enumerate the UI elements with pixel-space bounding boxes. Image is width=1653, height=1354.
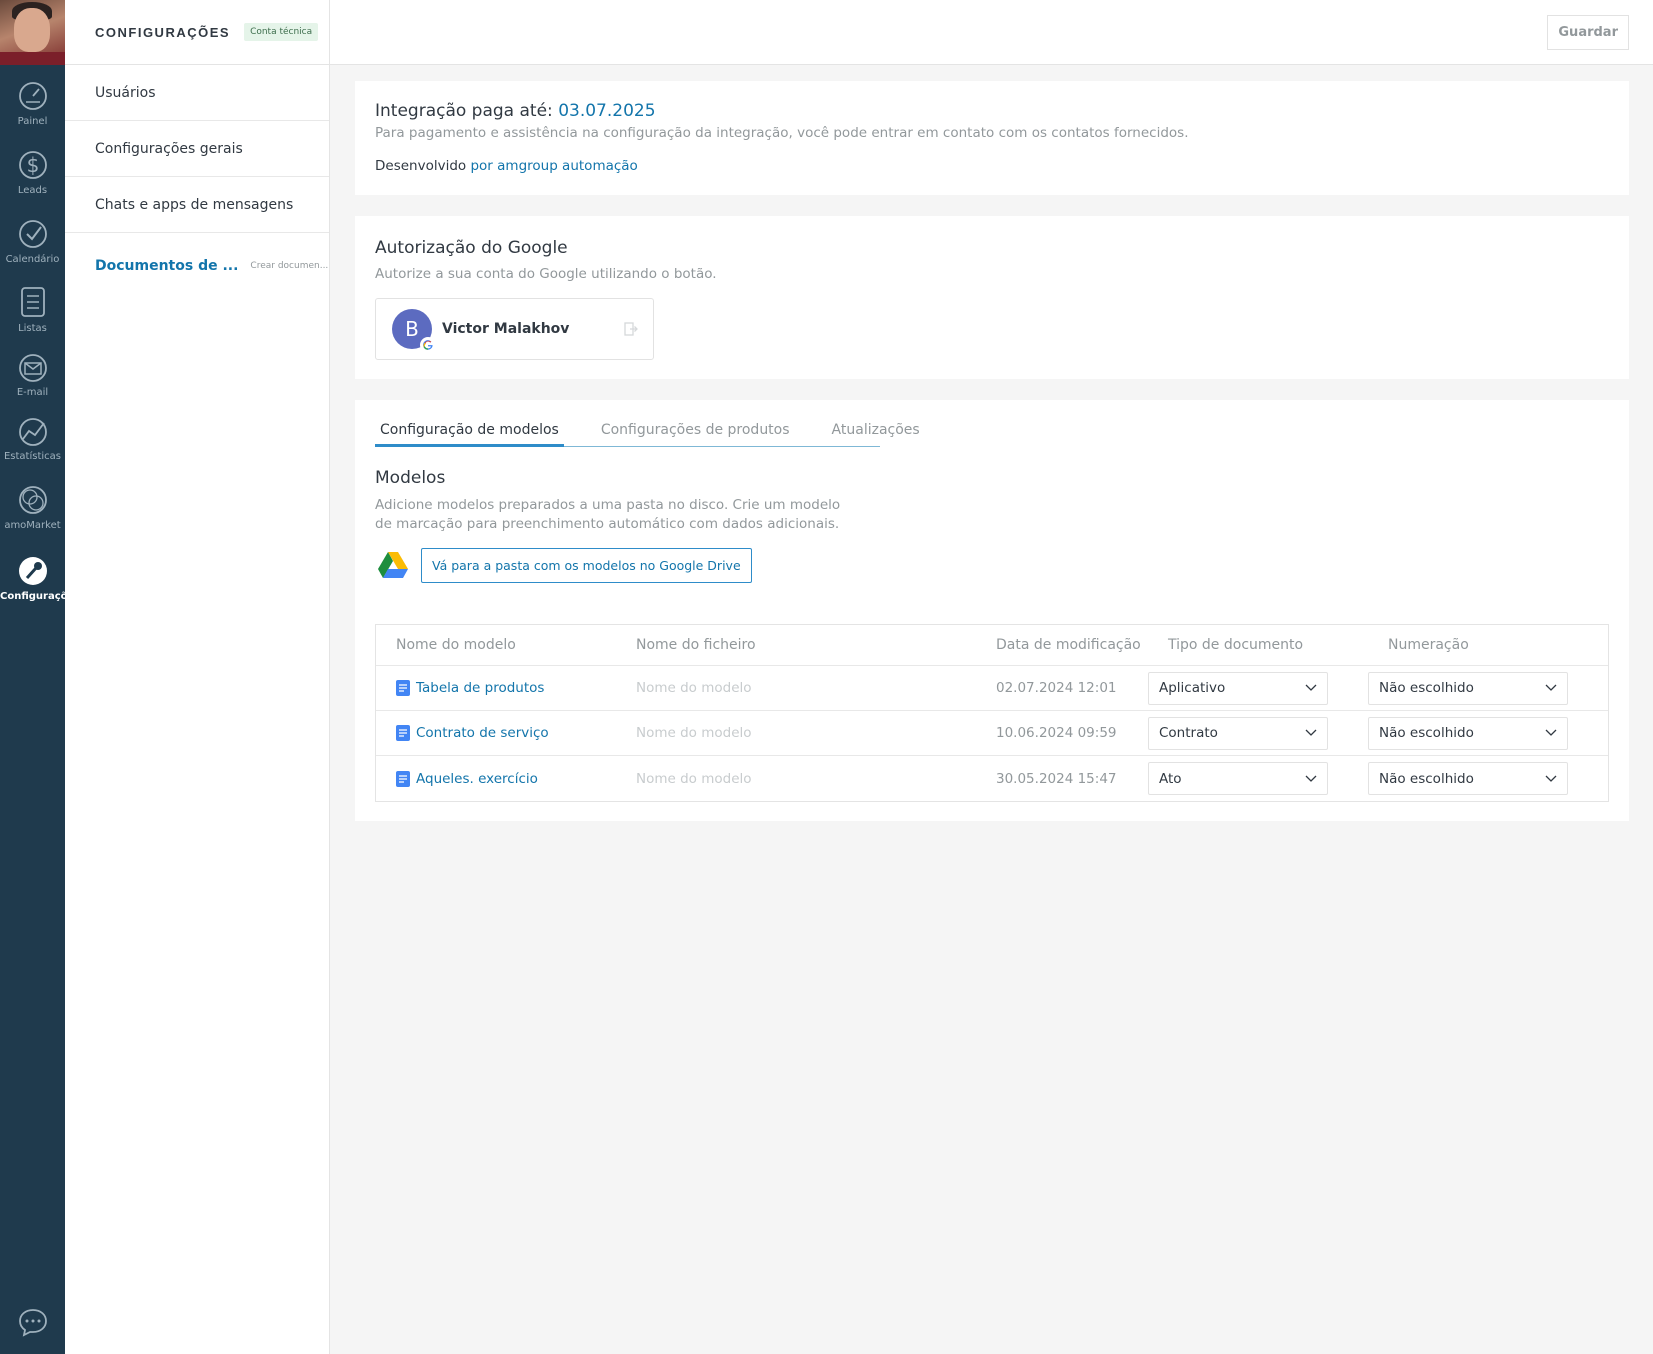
column-header: Tipo de documento [1168, 637, 1304, 653]
models-title: Modelos [375, 468, 446, 488]
sidebar-item-label: Chats e apps de mensagens [95, 196, 294, 213]
integration-card: Integração paga até: 03.07.2025 Para pag… [355, 81, 1629, 195]
table-header-row: Nome do modelo Nome do ficheiro Data de … [376, 625, 1608, 666]
integration-title: Integração paga até: [375, 101, 553, 121]
chat-button[interactable] [17, 1307, 49, 1341]
modified-date: 02.07.2024 12:01 [996, 680, 1117, 696]
tab-configuracao-de-modelos[interactable]: Configuração de modelos [375, 420, 564, 447]
account-name: Victor Malakhov [442, 321, 570, 337]
chevron-down-icon [1305, 729, 1317, 736]
google-drive-folder-button[interactable]: Vá para a pasta com os modelos no Google… [421, 548, 752, 583]
developer-prefix: Desenvolvido [375, 158, 467, 174]
top-bar: Guardar [330, 0, 1653, 65]
google-auth-subtitle: Autorize a sua conta do Google utilizand… [375, 266, 717, 282]
developer-line: Desenvolvido por amgroup automação [375, 158, 638, 174]
table-row: Tabela de produtos Nome do modelo 02.07.… [376, 666, 1608, 711]
sidebar-item-label: Usuários [95, 84, 156, 101]
circles-icon [18, 486, 47, 514]
document-type-select[interactable]: Ato [1148, 762, 1328, 795]
numbering-select[interactable]: Não escolhido [1368, 762, 1568, 795]
nav-item-leads[interactable]: $ Leads [0, 147, 65, 196]
table-row: Contrato de serviço Nome do modelo 10.06… [376, 711, 1608, 756]
google-auth-card: Autorização do Google Autorize a sua con… [355, 216, 1629, 379]
main-nav-rail: Painel $ Leads Calendário Listas E-mail … [0, 0, 65, 1354]
user-avatar[interactable] [0, 0, 65, 65]
sidebar-item-sublabel: Crear documen... [250, 260, 329, 271]
gauge-icon [18, 82, 47, 110]
google-auth-title: Autorização do Google [375, 238, 568, 258]
modified-date: 30.05.2024 15:47 [996, 770, 1117, 787]
template-link[interactable]: Aqueles. exercício [376, 770, 616, 787]
list-icon [20, 287, 45, 317]
template-link[interactable]: Contrato de serviço [376, 725, 616, 741]
account-avatar: B [392, 309, 436, 353]
svg-text:$: $ [26, 153, 39, 177]
nav-item-listas[interactable]: Listas [0, 285, 65, 334]
wrench-icon [18, 557, 47, 585]
chart-icon [18, 418, 47, 446]
tab-atualizacoes[interactable]: Atualizações [827, 420, 925, 446]
nav-item-amomarket[interactable]: amoMarket [0, 484, 65, 531]
save-button[interactable]: Guardar [1547, 15, 1629, 50]
chevron-down-icon [1545, 729, 1557, 736]
document-type-select[interactable]: Aplicativo [1148, 671, 1328, 705]
column-header: Data de modificação [996, 637, 1141, 653]
google-logo-icon [420, 337, 436, 353]
account-badge: Conta técnica [244, 23, 319, 41]
table-row: Aqueles. exercício Nome do modelo 30.05.… [376, 756, 1608, 801]
chevron-down-icon [1545, 775, 1557, 782]
document-icon [396, 725, 410, 741]
envelope-icon [18, 354, 47, 382]
settings-sidebar: CONFIGURAÇÕES Conta técnica Usuários Con… [65, 0, 330, 1354]
nav-item-estatisticas[interactable]: Estatísticas [0, 417, 65, 462]
developer-link[interactable]: por amgroup automação [470, 158, 637, 174]
settings-tabs: Configuração de modelos Configurações de… [375, 420, 920, 447]
document-type-select[interactable]: Contrato [1148, 716, 1328, 750]
chevron-down-icon [1545, 684, 1557, 691]
google-drive-icon [377, 551, 409, 584]
sidebar-item-label: Documentos de ... [95, 257, 239, 274]
sidebar-item-configuracoes-gerais[interactable]: Configurações gerais [65, 121, 329, 177]
sidebar-item-label: Configurações gerais [95, 140, 243, 157]
tab-configuracoes-de-produtos[interactable]: Configurações de produtos [596, 420, 795, 446]
column-header: Numeração [1388, 637, 1469, 653]
chevron-down-icon [1305, 684, 1317, 691]
sidebar-header: CONFIGURAÇÕES Conta técnica [65, 0, 329, 65]
integration-title-line: Integração paga até: 03.07.2025 [375, 101, 656, 121]
nav-item-configuracoes[interactable]: Configurações [0, 555, 65, 602]
chat-bubble-icon [19, 1309, 47, 1337]
logout-icon[interactable] [623, 321, 639, 341]
file-name-field[interactable]: Nome do modelo [616, 680, 976, 696]
checkmark-icon [18, 220, 47, 248]
modified-date: 10.06.2024 09:59 [996, 725, 1117, 741]
sidebar-item-documentos[interactable]: Documentos de ... Crear documen... [65, 233, 329, 298]
sidebar-item-usuarios[interactable]: Usuários [65, 65, 329, 121]
document-icon [396, 680, 410, 696]
nav-item-painel[interactable]: Painel [0, 80, 65, 127]
google-account-button[interactable]: B Victor Malakhov [375, 298, 654, 360]
sidebar-title: CONFIGURAÇÕES [95, 24, 231, 40]
numbering-select[interactable]: Não escolhido [1368, 671, 1568, 705]
column-header: Nome do ficheiro [636, 637, 756, 653]
column-header: Nome do modelo [396, 637, 516, 653]
document-icon [396, 770, 410, 787]
dollar-icon: $ [18, 151, 47, 179]
template-link[interactable]: Tabela de produtos [376, 680, 616, 696]
file-name-field[interactable]: Nome do modelo [616, 771, 976, 787]
nav-item-calendario[interactable]: Calendário [0, 218, 65, 265]
numbering-select[interactable]: Não escolhido [1368, 716, 1568, 750]
nav-item-email[interactable]: E-mail [0, 353, 65, 398]
integration-description: Para pagamento e assistência na configur… [375, 125, 1189, 141]
chevron-down-icon [1305, 775, 1317, 782]
templates-table: Nome do modelo Nome do ficheiro Data de … [375, 624, 1609, 802]
models-description: Adicione modelos preparados a uma pasta … [375, 497, 841, 532]
sidebar-item-chats[interactable]: Chats e apps de mensagens [65, 177, 329, 233]
file-name-field[interactable]: Nome do modelo [616, 725, 976, 741]
integration-paid-date: 03.07.2025 [558, 101, 656, 121]
templates-card: Configuração de modelos Configurações de… [355, 400, 1629, 821]
